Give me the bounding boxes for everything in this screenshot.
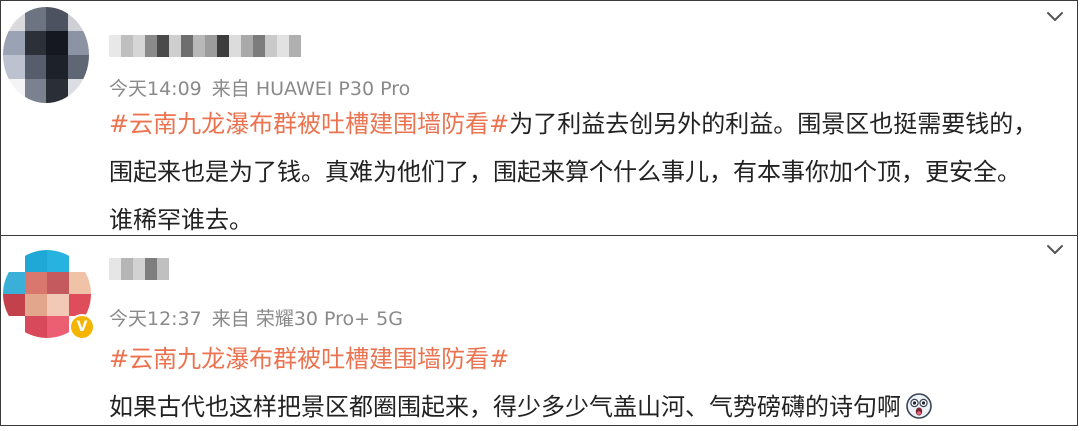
username-mosaic-cell (109, 35, 121, 57)
avatar[interactable] (3, 7, 89, 103)
avatar-mosaic-cell (67, 55, 89, 79)
chevron-down-icon[interactable] (1045, 240, 1065, 260)
timestamp: 今天12:37 (109, 308, 202, 330)
avatar-mosaic-cell (3, 250, 25, 272)
username-mosaic-cell (157, 35, 169, 57)
avatar-mosaic-cell (24, 79, 46, 103)
username-mosaic-cell (157, 258, 169, 280)
username-mosaic-cell (169, 35, 181, 57)
comment-text: #云南九龙瀑布群被吐槽建围墙防看# 如果古代也这样把景区都圈围起来，得少多少气盖… (109, 335, 1069, 431)
avatar-mosaic-cell (25, 294, 47, 316)
avatar-mosaic-cell (47, 250, 69, 272)
avatar-mosaic-cell (24, 55, 46, 79)
avatar-mosaic-cell (46, 7, 68, 31)
username-mosaic-cell (217, 35, 229, 57)
avatar-mosaic-cell (3, 55, 25, 79)
avatar-mosaic-cell (47, 316, 69, 338)
device-name: HUAWEI P30 Pro (255, 78, 411, 100)
avatar-mosaic-cell (47, 294, 69, 316)
comment-feed: 今天14:09 来自 HUAWEI P30 Pro #云南九龙瀑布群被吐槽建围墙防… (0, 0, 1080, 426)
username-mosaic-cell (109, 258, 121, 280)
avatar-mosaic-cell (3, 31, 25, 55)
username-mosaic-cell (133, 258, 145, 280)
username-mosaic-cell (145, 258, 157, 280)
avatar-mosaic-cell (67, 79, 89, 103)
avatar-mosaic-cell (3, 272, 25, 294)
username-mosaic-cell (253, 35, 265, 57)
username-pixelated[interactable] (109, 258, 169, 280)
comment-card: V 今天12:37 来自 荣耀30 Pro+ 5G #云南九龙瀑布群被吐槽建围墙防… (0, 235, 1078, 426)
avatar-mosaic-cell (3, 294, 25, 316)
username-mosaic-cell (241, 35, 253, 57)
username-mosaic-cell (205, 35, 217, 57)
avatar-mosaic-cell (3, 316, 25, 338)
hashtag-link[interactable]: #云南九龙瀑布群被吐槽建围墙防看# (109, 110, 509, 138)
avatar-mosaic-cell (46, 31, 68, 55)
avatar-mosaic-cell (67, 7, 89, 31)
avatar-mosaic-cell (46, 55, 68, 79)
avatar-mosaic-cell (69, 272, 91, 294)
source-label: 来自 (211, 308, 250, 330)
avatar-mosaic-cell (25, 316, 47, 338)
username-mosaic-cell (277, 35, 289, 57)
comment-card: 今天14:09 来自 HUAWEI P30 Pro #云南九龙瀑布群被吐槽建围墙防… (0, 0, 1078, 236)
username-mosaic-cell (121, 258, 133, 280)
timestamp: 今天14:09 (109, 78, 202, 100)
username-mosaic-cell (145, 35, 157, 57)
chevron-down-icon[interactable] (1045, 7, 1065, 27)
comment-text-line: 围起来也是为了钱。真难为他们了，围起来算个什么事儿，有本事你加个顶，更安全。 (109, 158, 1021, 186)
comment-meta: 今天12:37 来自 荣耀30 Pro+ 5G (109, 304, 403, 331)
username-pixelated[interactable] (109, 35, 301, 57)
avatar-mosaic-cell (24, 31, 46, 55)
comment-text-line: 如果古代也这样把景区都圈围起来，得少多少气盖山河、气势磅礴的诗句啊 (109, 393, 901, 421)
avatar-mosaic-cell (3, 79, 25, 103)
avatar-mosaic-cell (46, 79, 68, 103)
avatar-mosaic-cell (3, 7, 25, 31)
username-mosaic-cell (181, 35, 193, 57)
username-mosaic-cell (121, 35, 133, 57)
username-mosaic-cell (193, 35, 205, 57)
comment-text: #云南九龙瀑布群被吐槽建围墙防看#为了利益去创另外的利益。围景区也挺需要钱的， … (109, 100, 1069, 244)
comment-meta: 今天14:09 来自 HUAWEI P30 Pro (109, 74, 410, 101)
avatar-mosaic-cell (25, 250, 47, 272)
avatar-mosaic-cell (67, 31, 89, 55)
username-mosaic-cell (229, 35, 241, 57)
comment-text-part: 为了利益去创另外的利益。围景区也挺需要钱的， (509, 110, 1038, 138)
avatar-mosaic-cell (47, 272, 69, 294)
username-mosaic-cell (289, 35, 301, 57)
avatar-mosaic-cell (69, 250, 91, 272)
username-mosaic-cell (265, 35, 277, 57)
source-label: 来自 (211, 78, 250, 100)
username-mosaic-cell (133, 35, 145, 57)
verified-badge-icon: V (69, 314, 95, 340)
avatar-mosaic-cell (25, 272, 47, 294)
hashtag-link[interactable]: #云南九龙瀑布群被吐槽建围墙防看# (109, 345, 509, 373)
device-name: 荣耀30 Pro+ 5G (255, 308, 403, 330)
avatar-mosaic-cell (69, 294, 91, 316)
surprised-face-emoji-icon (906, 393, 932, 419)
avatar-mosaic-cell (24, 7, 46, 31)
